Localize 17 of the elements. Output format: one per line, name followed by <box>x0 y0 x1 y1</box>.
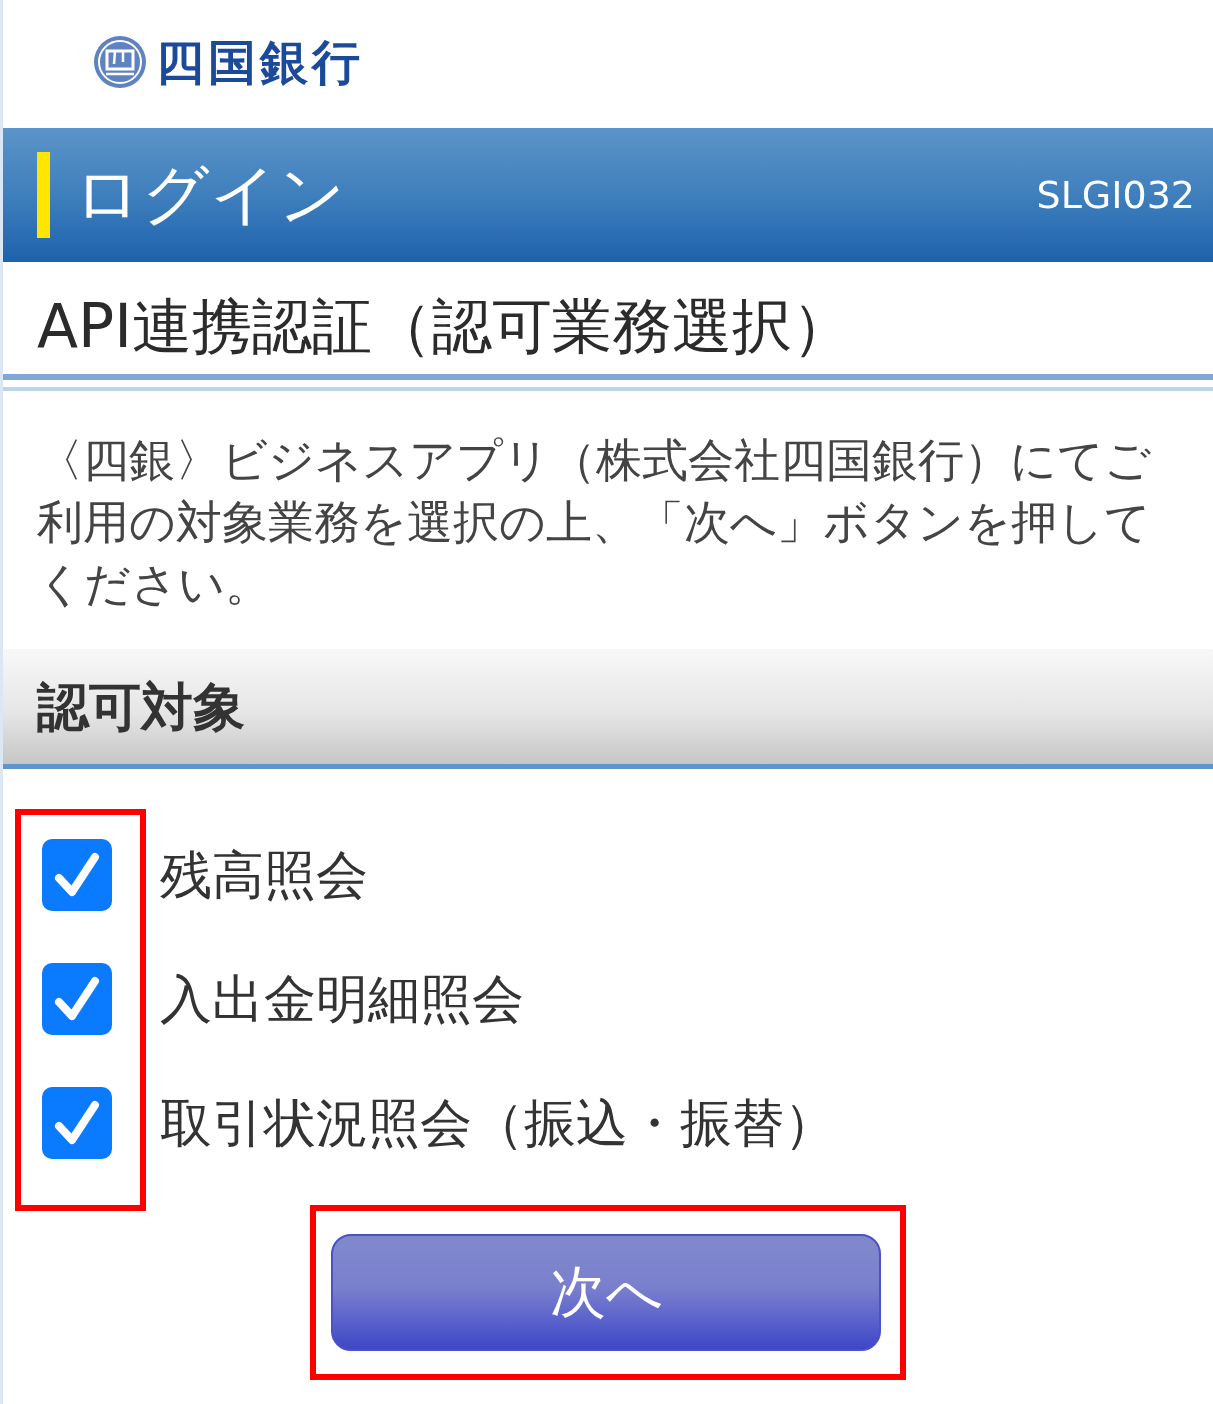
screen-id: SLGI032 <box>1036 176 1195 214</box>
check-icon <box>54 851 100 899</box>
permission-label: 残高照会 <box>160 849 368 901</box>
permission-label: 取引状況照会（振込・振替） <box>160 1097 836 1149</box>
instruction-text: 〈四銀〉ビジネスアプリ（株式会社四国銀行）にてご利用の対象業務を選択の上、「次へ」ボタンを押してください。 <box>36 432 1152 613</box>
header-title: ログイン <box>74 162 347 228</box>
check-icon <box>54 1099 100 1147</box>
permission-label: 入出金明細照会 <box>160 973 524 1025</box>
next-button[interactable]: 次へ <box>331 1234 881 1351</box>
page-title: API連携認証（認可業務選択） <box>36 290 853 363</box>
checkbox[interactable] <box>42 839 112 911</box>
check-icon <box>54 975 100 1023</box>
checkbox[interactable] <box>42 963 112 1035</box>
emblem-icon <box>92 34 148 90</box>
checkbox[interactable] <box>42 1087 112 1159</box>
bank-logo-text: 四国銀行 <box>156 38 364 86</box>
section-title: 認可対象 <box>37 680 245 733</box>
